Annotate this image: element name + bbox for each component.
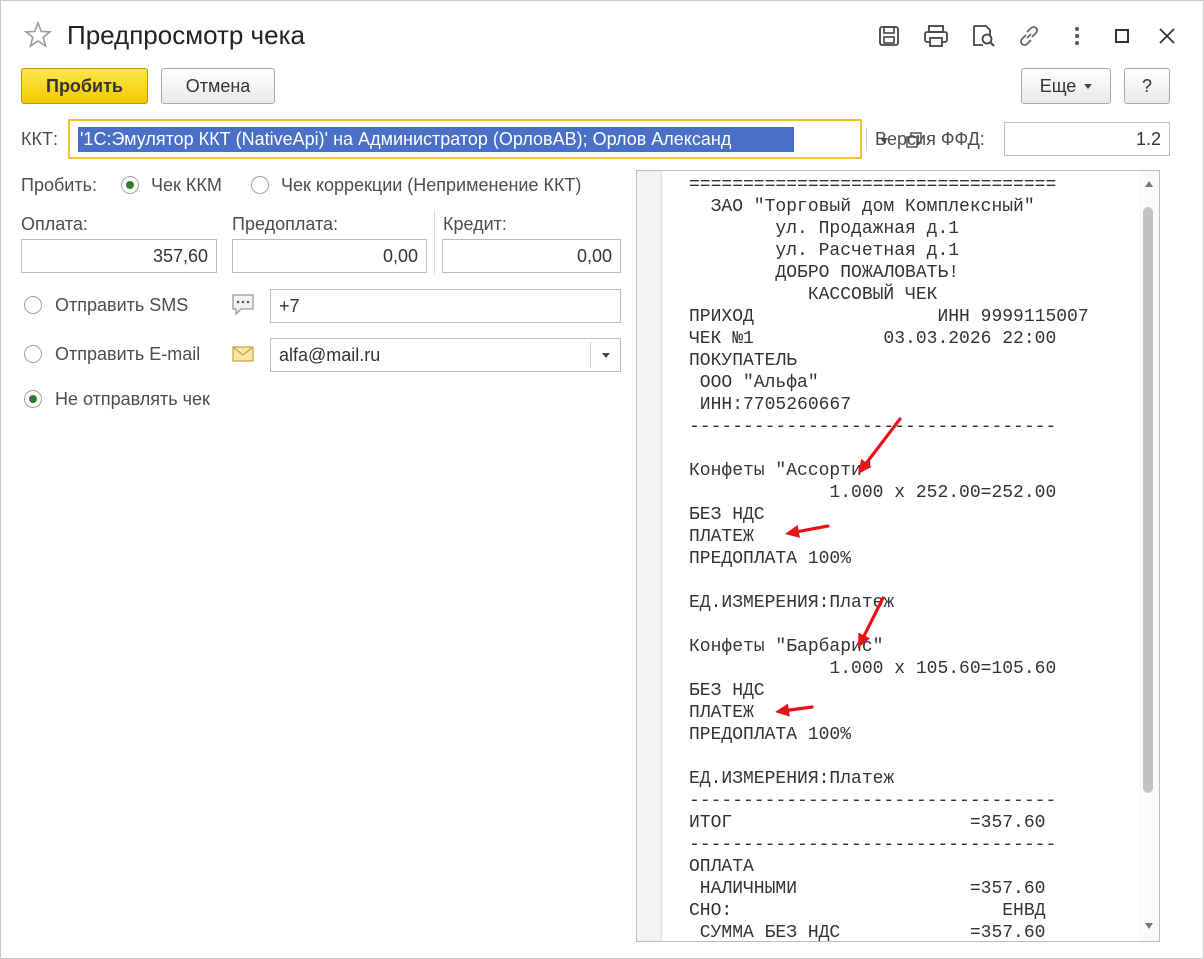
kkt-separator <box>866 127 867 151</box>
link-icon[interactable] <box>1014 22 1044 50</box>
ffd-version-field[interactable]: 1.2 <box>1004 122 1170 156</box>
more-button[interactable]: Еще <box>1021 68 1111 104</box>
email-dropdown-separator <box>590 342 591 368</box>
email-value: alfa@mail.ru <box>279 344 381 365</box>
envelope-icon <box>232 345 254 368</box>
receipt-line: ЧЕК №1 03.03.2026 22:00 <box>689 329 1057 349</box>
save-icon[interactable] <box>874 22 904 50</box>
receipt-line: ПОКУПАТЕЛЬ <box>689 351 798 371</box>
scroll-down-icon[interactable] <box>1145 923 1153 929</box>
payment-label: Оплата: <box>21 214 88 234</box>
sms-phone-field[interactable]: +7 <box>270 289 621 323</box>
radio-receipt-kkm[interactable] <box>121 176 139 194</box>
window-title: Предпросмотр чека <box>67 20 305 50</box>
receipt-line: ПЛАТЕЖ <box>689 703 754 723</box>
send-sms-label[interactable]: Отправить SMS <box>55 295 188 316</box>
close-icon[interactable] <box>1152 22 1182 50</box>
receipt-line: 1.000 x 105.60=105.60 <box>689 659 1057 679</box>
receipt-line: НАЛИЧНЫМИ =357.60 <box>689 879 1046 899</box>
receipt-line: ЕД.ИЗМЕРЕНИЯ:Платеж <box>689 593 895 613</box>
star-icon[interactable] <box>23 20 53 50</box>
receipt-line: ЗАО "Торговый дом Комплексный" <box>689 197 1035 217</box>
no-send-label[interactable]: Не отправлять чек <box>55 389 210 410</box>
receipt-line: ИНН:7705260667 <box>689 395 852 415</box>
kkt-value[interactable]: '1С:Эмулятор ККТ (NativeApi)' на Админис… <box>78 127 794 152</box>
prepayment-label: Предоплата: <box>232 214 338 234</box>
receipt-line: ЕД.ИЗМЕРЕНИЯ:Платеж <box>689 769 895 789</box>
receipt-line: ПРЕДОПЛАТА 100% <box>689 549 852 569</box>
receipt-line: ---------------------------------- <box>689 835 1057 855</box>
send-email-label[interactable]: Отправить E-mail <box>55 344 200 365</box>
radio-no-send[interactable] <box>24 390 42 408</box>
receipt-correction-label[interactable]: Чек коррекции (Неприменение ККТ) <box>281 175 581 196</box>
receipt-line: ---------------------------------- <box>689 417 1057 437</box>
receipt-preview[interactable]: ================================== ЗАО "… <box>636 170 1160 942</box>
receipt-line: ООО "Альфа" <box>689 373 819 393</box>
receipt-gutter <box>637 171 662 941</box>
receipt-line: ул. Расчетная д.1 <box>689 241 960 261</box>
scroll-thumb[interactable] <box>1143 207 1153 793</box>
receipt-line: ПЛАТЕЖ <box>689 527 754 547</box>
receipt-line: ПРИХОД ИНН 9999115007 <box>689 307 1089 327</box>
maximize-icon[interactable] <box>1107 22 1137 50</box>
help-button[interactable]: ? <box>1124 68 1170 104</box>
radio-receipt-correction[interactable] <box>251 176 269 194</box>
column-divider <box>434 210 435 274</box>
credit-label: Кредит: <box>443 214 507 234</box>
receipt-line: Конфеты "Ассорти" <box>689 461 873 481</box>
receipt-line: Конфеты "Барбарис" <box>689 637 884 657</box>
receipt-line: 1.000 x 252.00=252.00 <box>689 483 1057 503</box>
receipt-line: ================================== <box>689 175 1057 195</box>
cancel-button[interactable]: Отмена <box>161 68 275 104</box>
receipt-line: СНО: ЕНВД <box>689 901 1046 921</box>
receipt-line: СУММА БЕЗ НДС =357.60 <box>689 923 1046 942</box>
receipt-line: ДОБРО ПОЖАЛОВАТЬ! <box>689 263 960 283</box>
preview-icon[interactable] <box>968 22 998 50</box>
more-vertical-icon[interactable] <box>1062 22 1092 50</box>
scroll-up-icon[interactable] <box>1145 181 1153 187</box>
credit-field[interactable]: 0,00 <box>442 239 621 273</box>
receipt-line: ---------------------------------- <box>689 791 1057 811</box>
receipt-line: ул. Продажная д.1 <box>689 219 960 239</box>
receipt-scrollbar[interactable] <box>1139 171 1159 941</box>
receipt-line: БЕЗ НДС <box>689 505 765 525</box>
radio-send-email[interactable] <box>24 345 42 363</box>
email-dropdown-arrow-icon[interactable] <box>592 338 620 372</box>
print-icon[interactable] <box>921 22 951 50</box>
email-field[interactable]: alfa@mail.ru <box>270 338 621 372</box>
radio-send-sms[interactable] <box>24 296 42 314</box>
receipt-line: БЕЗ НДС <box>689 681 765 701</box>
receipt-line: ИТОГ =357.60 <box>689 813 1046 833</box>
receipt-type-label: Пробить: <box>21 175 97 195</box>
sms-icon <box>231 292 255 323</box>
submit-button[interactable]: Пробить <box>21 68 148 104</box>
chevron-down-icon <box>1084 83 1093 89</box>
kkt-field[interactable]: '1С:Эмулятор ККТ (NativeApi)' на Админис… <box>68 119 922 159</box>
receipt-text: ================================== ЗАО "… <box>689 174 1089 942</box>
receipt-line: ПРЕДОПЛАТА 100% <box>689 725 852 745</box>
receipt-line: КАССОВЫЙ ЧЕК <box>689 285 938 305</box>
ffd-version-label: Версия ФФД: <box>875 129 985 149</box>
receipt-kkm-label[interactable]: Чек ККМ <box>151 175 222 196</box>
payment-field[interactable]: 357,60 <box>21 239 217 273</box>
receipt-line: ОПЛАТА <box>689 857 754 877</box>
prepayment-field[interactable]: 0,00 <box>232 239 427 273</box>
more-button-label: Еще <box>1039 75 1077 96</box>
kkt-label: ККТ: <box>21 129 58 149</box>
